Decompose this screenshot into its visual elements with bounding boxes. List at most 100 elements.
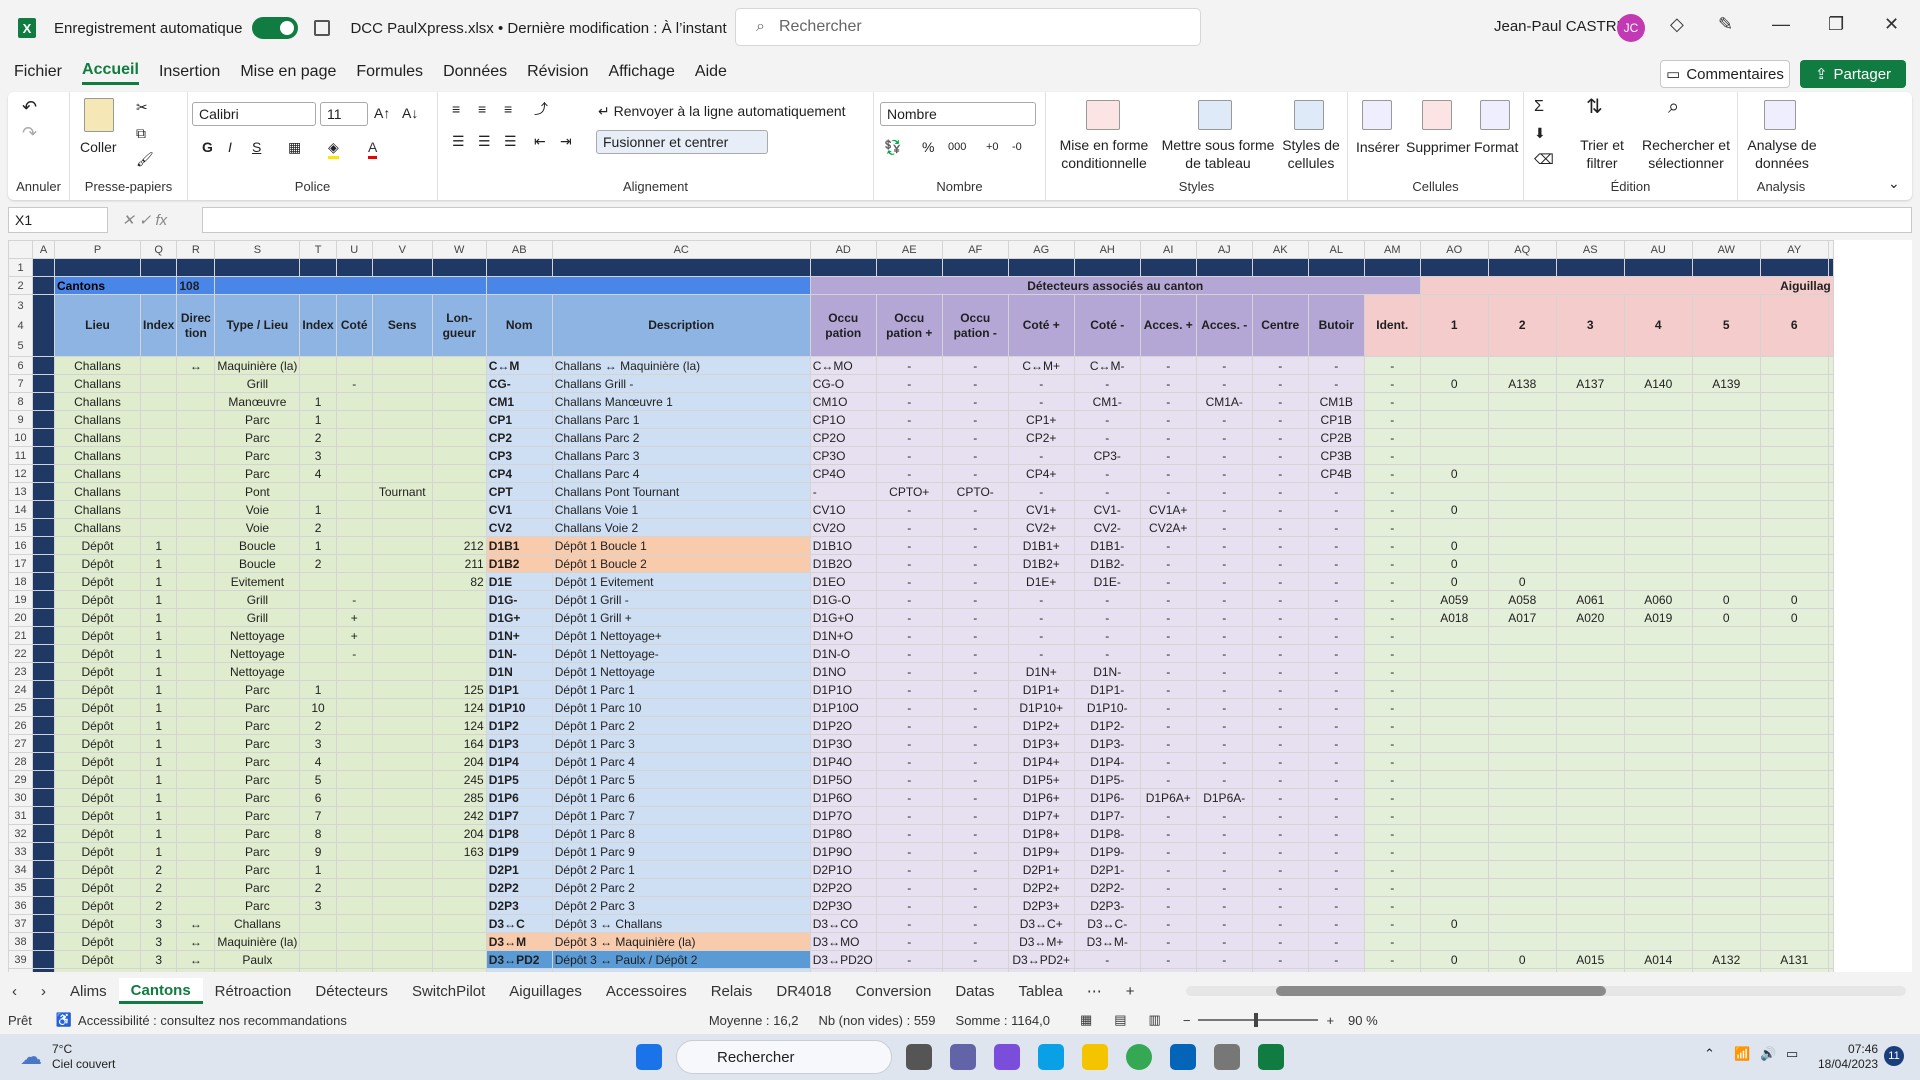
cell[interactable] — [1555, 752, 1625, 771]
increase-indent-icon[interactable]: ⇥ — [560, 132, 572, 150]
cell[interactable]: Dépôt 3 ↔ Challans — [551, 914, 811, 933]
cell[interactable]: - — [1139, 446, 1197, 465]
cell[interactable] — [1623, 752, 1693, 771]
autosum-icon[interactable]: Σ — [1534, 98, 1544, 116]
cell[interactable]: Dépôt — [54, 716, 141, 735]
cell[interactable]: - — [1363, 788, 1421, 807]
cell[interactable] — [299, 608, 337, 627]
cell[interactable]: Challans — [54, 428, 141, 447]
cell[interactable] — [1419, 878, 1489, 897]
cell[interactable]: A059 — [1419, 590, 1489, 609]
cell[interactable]: D3↔M- — [1073, 932, 1141, 951]
cell[interactable]: 1 — [139, 842, 178, 861]
cell[interactable]: A139 — [1691, 374, 1761, 393]
cell[interactable]: - — [875, 374, 943, 393]
cell[interactable]: Parc — [214, 896, 301, 915]
cell[interactable]: 125 — [431, 680, 487, 699]
cell[interactable]: 3 — [139, 914, 178, 933]
volume-icon[interactable]: 🔊 — [1760, 1046, 1776, 1062]
cell[interactable]: - — [1007, 482, 1075, 501]
cell[interactable]: - — [1363, 914, 1421, 933]
cell[interactable]: - — [941, 464, 1009, 483]
cell[interactable] — [1827, 446, 1834, 465]
cell[interactable]: D1P9O — [809, 842, 877, 861]
cell[interactable] — [1691, 788, 1761, 807]
cell[interactable]: 1 — [139, 788, 178, 807]
cell[interactable]: 1 — [139, 734, 178, 753]
cell[interactable] — [431, 950, 487, 969]
cell[interactable] — [299, 356, 337, 375]
cell[interactable]: - — [1363, 608, 1421, 627]
cell[interactable]: - — [1139, 428, 1197, 447]
cell[interactable]: - — [941, 608, 1009, 627]
cell[interactable]: D1P6+ — [1007, 788, 1075, 807]
cell[interactable]: - — [1251, 644, 1309, 663]
cell[interactable]: Dépôt — [54, 914, 141, 933]
cell[interactable]: - — [1251, 464, 1309, 483]
cell[interactable] — [1623, 572, 1693, 591]
cell[interactable]: 3 — [299, 446, 337, 465]
cell[interactable] — [139, 464, 178, 483]
cell[interactable] — [1623, 932, 1693, 951]
paste-icon[interactable] — [84, 98, 114, 132]
cell[interactable]: - — [1251, 446, 1309, 465]
cell[interactable]: D3↔C- — [1073, 914, 1141, 933]
cell[interactable]: - — [1363, 392, 1421, 411]
cell[interactable]: Dépôt 1 Parc 6 — [551, 788, 811, 807]
cell[interactable] — [1827, 842, 1834, 861]
cell[interactable] — [335, 464, 373, 483]
sheet-tab-tablea[interactable]: Tablea — [1007, 983, 1075, 1000]
analyze-data-button[interactable]: Analyse de données — [1744, 136, 1820, 172]
tray-chevron-icon[interactable]: ⌃ — [1704, 1046, 1715, 1062]
column-title[interactable]: Lieu — [54, 294, 141, 357]
cell[interactable] — [32, 770, 55, 789]
cell[interactable] — [1623, 356, 1693, 375]
cell[interactable] — [431, 896, 487, 915]
column-header[interactable]: AE — [875, 240, 943, 259]
cell[interactable]: - — [1195, 374, 1253, 393]
column-header[interactable]: AB — [485, 240, 553, 259]
column-header[interactable]: AQ — [1487, 240, 1557, 259]
cell[interactable] — [1691, 824, 1761, 843]
cell[interactable]: Dépôt — [54, 734, 141, 753]
cell[interactable]: - — [1307, 878, 1365, 897]
cell[interactable] — [1827, 464, 1834, 483]
cell[interactable] — [176, 464, 216, 483]
cell[interactable]: Dépôt — [54, 572, 141, 591]
cell[interactable] — [1195, 258, 1253, 277]
cell[interactable]: 1 — [139, 680, 178, 699]
cell[interactable]: CP4+ — [1007, 464, 1075, 483]
cell[interactable]: - — [1363, 950, 1421, 969]
cell[interactable] — [1759, 536, 1829, 555]
cell[interactable]: CG- — [485, 374, 553, 393]
cell[interactable] — [485, 258, 553, 277]
cell[interactable]: D1P6A- — [1195, 788, 1253, 807]
cell[interactable] — [1487, 770, 1557, 789]
cell[interactable]: - — [1139, 644, 1197, 663]
cell[interactable]: 1 — [299, 536, 337, 555]
cell[interactable]: C↔M — [485, 356, 553, 375]
cell[interactable] — [32, 392, 55, 411]
column-title[interactable]: Type / Lieu — [214, 294, 301, 357]
cell[interactable] — [1759, 806, 1829, 825]
cell[interactable]: Dépôt — [54, 608, 141, 627]
cell[interactable] — [431, 500, 487, 519]
cell[interactable]: Parc — [214, 788, 301, 807]
cell[interactable]: A014 — [1623, 950, 1693, 969]
cell[interactable] — [371, 770, 433, 789]
cell[interactable]: - — [875, 392, 943, 411]
cell[interactable]: Grill — [214, 608, 301, 627]
cell[interactable] — [1759, 770, 1829, 789]
cell[interactable] — [1555, 824, 1625, 843]
sheet-tab-aiguillages[interactable]: Aiguillages — [497, 983, 594, 1000]
column-header[interactable]: V — [371, 240, 433, 259]
cell[interactable] — [32, 294, 55, 357]
cell[interactable]: 163 — [431, 842, 487, 861]
cell[interactable]: - — [1251, 932, 1309, 951]
cell[interactable]: Dépôt — [54, 932, 141, 951]
cell[interactable] — [371, 356, 433, 375]
cell[interactable] — [176, 860, 216, 879]
cell[interactable] — [1759, 644, 1829, 663]
cell[interactable]: + — [335, 608, 373, 627]
formula-input[interactable] — [202, 207, 1912, 233]
